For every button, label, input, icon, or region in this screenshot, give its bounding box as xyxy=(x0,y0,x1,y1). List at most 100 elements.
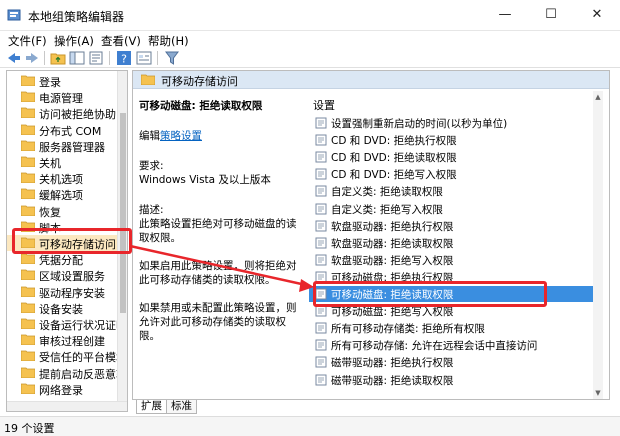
tree-horizontal-scrollbar[interactable] xyxy=(7,401,127,411)
tree-item-label: 访问被拒绝协助 xyxy=(39,108,116,122)
setting-label: 软盘驱动器: 拒绝读取权限 xyxy=(331,237,454,250)
tree-item-label: 审核过程创建 xyxy=(39,335,105,349)
toolbar-separator xyxy=(44,51,45,65)
folder-icon xyxy=(21,140,35,151)
setting-row[interactable]: CD 和 DVD: 拒绝写入权限 xyxy=(309,166,599,182)
settings-scrollbar[interactable]: ▲ ▼ xyxy=(593,91,603,399)
setting-row[interactable]: 软盘驱动器: 拒绝读取权限 xyxy=(309,235,599,251)
tab-standard[interactable]: 标准 xyxy=(166,400,197,414)
menu-help[interactable]: 帮助(H) xyxy=(148,33,189,49)
policy-description: 可移动磁盘: 拒绝读取权限 编辑策略设置 要求: Windows Vista 及… xyxy=(139,91,305,396)
help-icon[interactable]: ? xyxy=(116,50,132,66)
show-hide-tree-icon[interactable] xyxy=(69,50,85,66)
tree-item[interactable]: 登录 xyxy=(7,73,119,89)
enabled-text: 如果启用此策略设置，则将拒绝对此可移动存储类的读取权限。 xyxy=(139,260,297,286)
requirements-label: 要求: xyxy=(139,160,164,172)
tab-extended[interactable]: 扩展 xyxy=(136,400,167,414)
back-icon[interactable] xyxy=(6,50,22,66)
policy-settings-link[interactable]: 策略设置 xyxy=(160,130,202,142)
folder-icon xyxy=(21,156,35,167)
tree-item-label: 设备运行状况证明 xyxy=(39,319,127,332)
tree-item[interactable]: 设备运行状况证明 xyxy=(7,316,127,332)
folder-icon xyxy=(141,74,155,85)
folder-icon xyxy=(21,334,35,346)
setting-row[interactable]: 软盘驱动器: 拒绝执行权限 xyxy=(309,218,599,234)
setting-row[interactable]: 所有可移动存储类: 拒绝所有权限 xyxy=(309,320,599,336)
tree-item-label: 恢复 xyxy=(39,205,61,219)
policy-editor-icon xyxy=(7,9,21,21)
scroll-down-icon[interactable]: ▼ xyxy=(594,389,602,397)
setting-row[interactable]: 设置强制重新启动的时间(以秒为单位) xyxy=(309,115,599,131)
policy-setting-icon xyxy=(315,220,327,232)
settings-column-header[interactable]: 设置 xyxy=(313,97,335,113)
tree-item[interactable]: 电源管理 xyxy=(7,89,119,105)
folder-icon xyxy=(21,172,35,184)
svg-text:?: ? xyxy=(121,53,127,66)
setting-row[interactable]: CD 和 DVD: 拒绝执行权限 xyxy=(309,132,599,148)
disabled-text: 如果禁用或未配置此策略设置，则允许对此可移动存储类的读取权限。 xyxy=(139,302,297,342)
policy-setting-icon xyxy=(315,356,327,368)
tree-item-label: 分布式 COM xyxy=(39,124,102,138)
setting-label: 所有可移动存储: 允许在远程会话中直接访问 xyxy=(331,340,538,353)
scroll-up-icon[interactable]: ▲ xyxy=(594,93,602,101)
folder-icon xyxy=(21,367,35,378)
forward-icon[interactable] xyxy=(24,50,40,66)
tree-item[interactable]: 网络登录 xyxy=(7,381,119,397)
window-title: 本地组策略编辑器 xyxy=(28,10,125,24)
minimize-button[interactable]: — xyxy=(482,0,528,30)
tree-item[interactable]: 提前启动反恶意软 xyxy=(7,365,127,381)
tree-item[interactable]: 关机 xyxy=(7,154,119,170)
tree-item[interactable]: 恢复 xyxy=(7,203,119,219)
filter-icon[interactable] xyxy=(164,50,180,66)
setting-label: 自定义类: 拒绝读取权限 xyxy=(331,186,443,199)
tree-item[interactable]: 分布式 COM xyxy=(7,122,119,138)
description-label: 描述: xyxy=(139,204,164,216)
tree-item-label: 关机 xyxy=(39,157,61,170)
export-list-icon[interactable] xyxy=(88,50,104,66)
toolbar: ? xyxy=(0,48,620,68)
setting-row[interactable]: 软盘驱动器: 拒绝写入权限 xyxy=(309,252,599,268)
close-button[interactable]: ✕ xyxy=(574,0,620,30)
tree-item-label: 关机选项 xyxy=(39,173,83,187)
tree-item-label: 驱动程序安装 xyxy=(39,286,105,300)
setting-row[interactable]: 磁带驱动器: 拒绝读取权限 xyxy=(309,372,599,388)
menu-file[interactable]: 文件(F) xyxy=(8,33,47,49)
status-bar: 19 个设置 xyxy=(0,416,620,436)
tree-item[interactable]: 缓解选项 xyxy=(7,186,119,202)
tree-item-label: 区域设置服务 xyxy=(39,270,105,284)
setting-row[interactable]: 磁带驱动器: 拒绝执行权限 xyxy=(309,354,599,370)
menu-action[interactable]: 操作(A) xyxy=(54,33,94,49)
folder-icon xyxy=(21,107,35,119)
details-title: 可移动存储访问 xyxy=(161,75,238,88)
tree-item[interactable]: 访问被拒绝协助 xyxy=(7,105,119,121)
properties-icon[interactable] xyxy=(136,50,152,66)
setting-label: 磁带驱动器: 拒绝执行权限 xyxy=(331,357,454,370)
folder-icon xyxy=(21,350,35,362)
setting-row[interactable]: 自定义类: 拒绝写入权限 xyxy=(309,201,599,217)
setting-label: 自定义类: 拒绝写入权限 xyxy=(331,203,443,216)
menu-view[interactable]: 查看(V) xyxy=(101,33,141,49)
tree-item[interactable]: 设备安装 xyxy=(7,300,119,316)
setting-row[interactable]: 自定义类: 拒绝读取权限 xyxy=(309,183,599,199)
tree-item[interactable]: 驱动程序安装 xyxy=(7,284,119,300)
policy-setting-icon xyxy=(315,117,327,129)
up-folder-icon[interactable] xyxy=(50,50,66,66)
maximize-button[interactable]: ☐ xyxy=(528,0,574,30)
tree-item[interactable]: 审核过程创建 xyxy=(7,332,119,348)
policy-setting-icon xyxy=(315,203,327,214)
setting-label: CD 和 DVD: 拒绝读取权限 xyxy=(331,152,457,165)
scrollbar-thumb[interactable] xyxy=(120,113,126,313)
tree-item[interactable]: 关机选项 xyxy=(7,170,119,186)
details-header: 可移动存储访问 xyxy=(133,71,609,89)
setting-row[interactable]: 所有可移动存储: 允许在远程会话中直接访问 xyxy=(309,337,599,353)
tree-item[interactable]: 区域设置服务 xyxy=(7,267,119,283)
tree-item[interactable]: 服务器管理器 xyxy=(7,138,119,154)
title-bar: 本地组策略编辑器 — ☐ ✕ xyxy=(0,0,620,30)
highlight-box-tree xyxy=(12,228,132,254)
tree-item[interactable]: 受信任的平台模块 xyxy=(7,348,127,364)
setting-row[interactable]: CD 和 DVD: 拒绝读取权限 xyxy=(309,149,599,165)
tree-item-label: 设备安装 xyxy=(39,302,83,316)
folder-icon xyxy=(21,188,35,200)
folder-icon xyxy=(21,253,35,265)
policy-setting-icon xyxy=(315,151,327,163)
